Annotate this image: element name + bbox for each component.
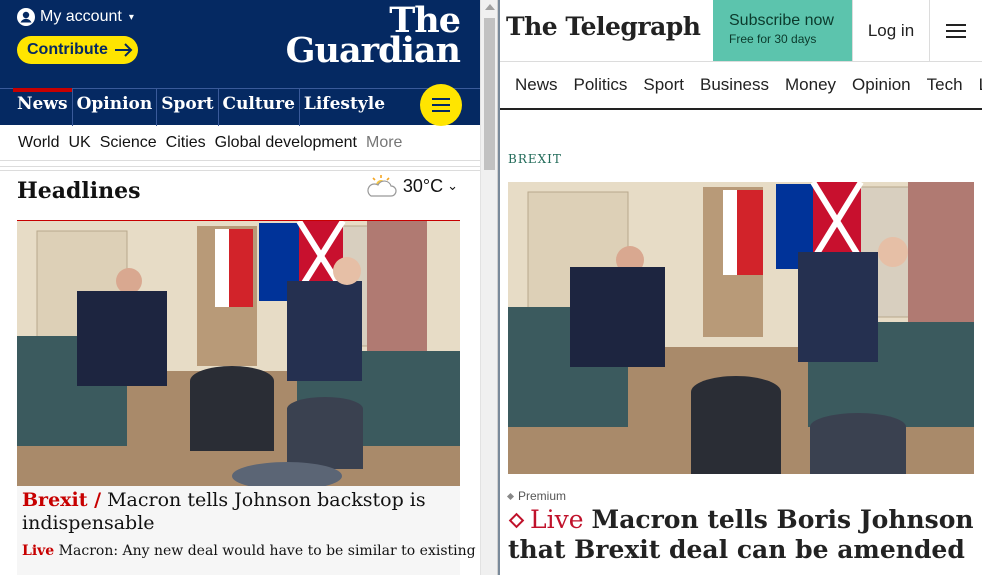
headlines-heading: Headlines	[17, 178, 141, 204]
nav-lifestyle[interactable]: Lifestyle	[298, 89, 389, 126]
subscribe-button[interactable]: Subscribe now Free for 30 days	[713, 0, 852, 61]
guardian-menu-button[interactable]	[420, 84, 462, 126]
nav-money[interactable]: Money	[785, 75, 836, 95]
premium-badge: Premium	[506, 489, 567, 503]
my-account-label: My account	[40, 8, 122, 25]
subnav-world[interactable]: World	[18, 134, 60, 152]
arrow-right-icon	[114, 43, 133, 57]
subnav-uk[interactable]: UK	[69, 134, 91, 152]
nav-news[interactable]: News	[515, 75, 558, 95]
telegraph-header: The Telegraph Subscribe now Free for 30 …	[500, 0, 982, 62]
guardian-logo[interactable]: The Guardian	[285, 3, 461, 71]
scroll-up-arrow-icon[interactable]	[485, 4, 495, 10]
article-photo	[508, 182, 974, 474]
hamburger-line	[946, 29, 966, 32]
article-photo	[17, 221, 460, 486]
nav-business[interactable]: Business	[700, 75, 769, 95]
nav-sport[interactable]: Sport	[643, 75, 684, 95]
nav-sport[interactable]: Sport	[156, 89, 217, 126]
login-button[interactable]: Log in	[852, 0, 929, 61]
contribute-label: Contribute	[27, 41, 108, 58]
live-sublink[interactable]: Live Macron: Any new deal would have to …	[22, 543, 480, 559]
guardian-page: My account ▾ Contribute The Guardian New…	[0, 0, 480, 575]
logo-line-2: Guardian	[285, 30, 461, 71]
vertical-scrollbar[interactable]	[480, 0, 498, 575]
divider	[0, 166, 480, 167]
telegraph-nav: News Politics Sport Business Money Opini…	[500, 62, 982, 110]
account-icon	[17, 8, 35, 26]
subnav-global-development[interactable]: Global development	[215, 134, 357, 152]
nav-opinion[interactable]: Opinion	[71, 89, 157, 126]
hamburger-line	[946, 35, 966, 38]
telegraph-logo[interactable]: The Telegraph	[506, 12, 701, 41]
headline-kicker: Brexit /	[22, 489, 102, 511]
subnav-more[interactable]: More	[366, 134, 402, 152]
nav-lifestyle-truncated[interactable]: Li	[979, 75, 982, 95]
contribute-button[interactable]: Contribute	[17, 36, 138, 64]
nav-opinion[interactable]: Opinion	[852, 75, 911, 95]
telegraph-page: The Telegraph Subscribe now Free for 30 …	[500, 0, 982, 575]
premium-label: Premium	[518, 489, 567, 503]
live-tag: Live	[508, 505, 584, 534]
browser-window: My account ▾ Contribute The Guardian New…	[0, 0, 982, 575]
nav-tech[interactable]: Tech	[927, 75, 963, 95]
live-label: Live	[530, 505, 584, 534]
guardian-subnav: World UK Science Cities Global developme…	[0, 125, 480, 161]
subscribe-sublabel: Free for 30 days	[729, 32, 817, 46]
hamburger-line	[432, 110, 450, 112]
subnav-cities[interactable]: Cities	[166, 134, 206, 152]
guardian-pillar-nav: News Opinion Sport Culture Lifestyle	[0, 88, 480, 126]
my-account-link[interactable]: My account ▾	[17, 8, 134, 26]
partly-cloudy-icon	[367, 175, 397, 197]
chevron-down-icon: ▾	[128, 11, 134, 23]
weather-widget[interactable]: 30°C ⌄	[365, 174, 458, 198]
live-kicker: Live	[22, 543, 55, 559]
article-headline[interactable]: Live Macron tells Boris Johnson that Brex…	[508, 505, 978, 565]
hamburger-line	[432, 98, 450, 100]
section-kicker[interactable]: BREXIT	[508, 152, 562, 166]
nav-politics[interactable]: Politics	[574, 75, 628, 95]
telegraph-menu-button[interactable]	[929, 0, 982, 61]
nav-culture[interactable]: Culture	[217, 89, 299, 126]
headline-title[interactable]: Brexit / Macron tells Johnson backstop i…	[22, 489, 452, 535]
hamburger-line	[432, 104, 450, 106]
scrollbar-thumb[interactable]	[484, 18, 495, 170]
nav-news[interactable]: News	[13, 88, 72, 126]
subnav-science[interactable]: Science	[100, 134, 157, 152]
chevron-down-icon: ⌄	[447, 178, 458, 193]
live-diamond-icon	[508, 512, 525, 528]
premium-diamond-icon	[506, 492, 515, 500]
guardian-header: My account ▾ Contribute The Guardian	[0, 0, 480, 88]
hamburger-line	[946, 23, 966, 26]
live-sublink-text: Macron: Any new deal would have to be si…	[58, 543, 480, 559]
weather-temperature: 30°C	[402, 175, 444, 196]
subscribe-label: Subscribe now	[729, 12, 834, 29]
divider	[0, 170, 480, 171]
headline-card[interactable]: Brexit / Macron tells Johnson backstop i…	[17, 220, 480, 575]
